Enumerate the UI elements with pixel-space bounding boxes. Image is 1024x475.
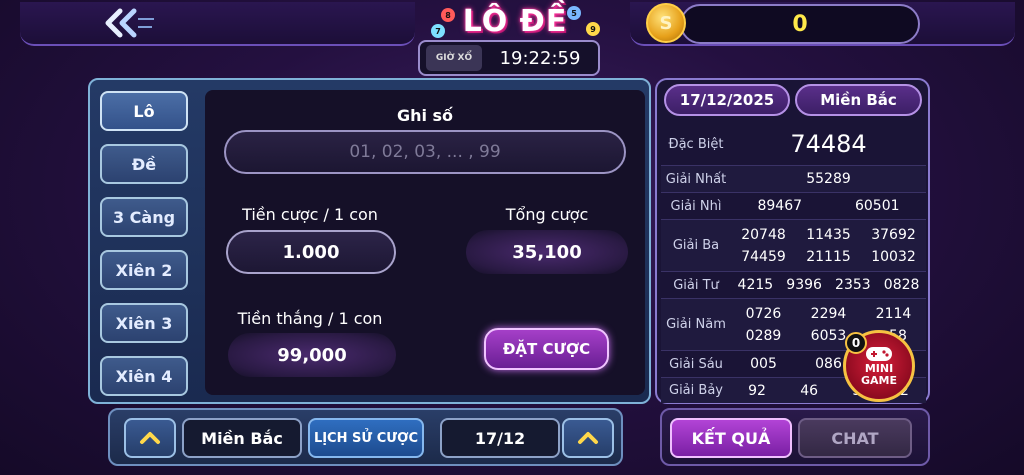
stake-label: Tiền cược / 1 con: [242, 205, 378, 224]
balance-display: 0: [680, 4, 920, 44]
lottery-ball-icon: 9: [586, 22, 600, 36]
coin-icon: S: [646, 3, 686, 43]
prize-number: 0289: [745, 327, 782, 344]
results-region-selector[interactable]: Miền Bắc: [795, 84, 922, 116]
lottery-ball-icon: 8: [441, 8, 455, 22]
stake-input[interactable]: 1.000: [226, 230, 396, 274]
chevron-up-icon: [578, 432, 598, 444]
mini-game-badge: 0: [845, 332, 867, 354]
tab-lo[interactable]: Lô: [100, 91, 188, 131]
prize-number: 10032: [871, 248, 916, 265]
prize-number: 60501: [854, 198, 900, 214]
tab-xien-2[interactable]: Xiên 2: [100, 250, 188, 290]
prize-name: Giải Bảy: [669, 383, 723, 398]
draw-time-label: GIỜ XỔ: [426, 45, 482, 71]
result-row-giai-ba: Giải Ba 20748 11435 37692 74459 21115 10…: [661, 219, 926, 271]
tab-xien-4[interactable]: Xiên 4: [100, 356, 188, 396]
total-bet-label: Tổng cược: [505, 205, 589, 224]
prize-name: Đặc Biệt: [668, 136, 724, 152]
win-value: 99,000: [228, 333, 396, 377]
result-row-giai-tu: Giải Tư 4215 9396 2353 0828: [661, 271, 926, 298]
prize-name: Giải Sáu: [669, 356, 723, 372]
prize-number: 2114: [875, 305, 912, 322]
prize-name: Giải Ba: [672, 238, 720, 253]
numbers-input[interactable]: 01, 02, 03, ... , 99: [224, 130, 626, 174]
date-up-button[interactable]: [562, 418, 614, 458]
region-up-button[interactable]: [124, 418, 176, 458]
prize-number: 89467: [757, 198, 803, 214]
prize-number: 005: [750, 356, 777, 372]
tab-3-cang[interactable]: 3 Càng: [100, 197, 188, 237]
prize-number: 2294: [810, 305, 847, 322]
prize-number: 92: [748, 382, 766, 399]
win-label: Tiền thắng / 1 con: [237, 309, 383, 328]
place-bet-button[interactable]: ĐẶT CƯỢC: [484, 328, 609, 370]
result-row-giai-nhat: Giải Nhất 55289: [661, 165, 926, 192]
bet-history-button[interactable]: LỊCH SỬ CƯỢC: [308, 418, 424, 458]
region-selector[interactable]: Miền Bắc: [182, 418, 302, 458]
prize-number: 9396: [786, 277, 822, 293]
chevron-up-icon: [140, 432, 160, 444]
prize-number: 55289: [806, 171, 851, 187]
results-tab[interactable]: KẾT QUẢ: [670, 418, 792, 458]
lottery-ball-icon: 5: [567, 6, 581, 20]
prize-number: 2353: [835, 277, 871, 293]
prize-number: 74484: [790, 130, 867, 158]
prize-name: Giải Nhất: [665, 171, 727, 187]
date-selector[interactable]: 17/12: [440, 418, 560, 458]
prize-number: 46: [800, 382, 819, 399]
gamepad-icon: [866, 347, 892, 361]
chat-tab[interactable]: CHAT: [798, 418, 912, 458]
double-chevron-left-icon: [105, 8, 154, 38]
prize-number: 4215: [737, 277, 774, 293]
prize-name: Giải Tư: [673, 277, 719, 293]
tab-xien-3[interactable]: Xiên 3: [100, 303, 188, 343]
draw-timer: GIỜ XỔ 19:22:59: [418, 40, 600, 76]
prize-name: Giải Năm: [666, 317, 726, 332]
prize-number: 37692: [871, 226, 916, 243]
lottery-ball-icon: 7: [431, 24, 445, 38]
prize-number: 0726: [745, 305, 782, 322]
draw-time-value: 19:22:59: [499, 47, 581, 69]
tab-de[interactable]: Đề: [100, 144, 188, 184]
back-button[interactable]: [98, 6, 158, 40]
prize-number: 74459: [741, 248, 786, 265]
prize-number: 21115: [806, 248, 851, 265]
top-bar-left: [20, 2, 415, 46]
result-row-dac-biet: Đặc Biệt 74484: [661, 126, 926, 162]
numbers-label: Ghi số: [396, 106, 454, 125]
total-bet-value: 35,100: [466, 230, 628, 274]
mini-game-label-2: GAME: [860, 374, 897, 387]
prize-name: Giải Nhì: [670, 198, 722, 214]
result-row-giai-nhi: Giải Nhì 89467 60501: [661, 192, 926, 219]
prize-number: 11435: [806, 226, 851, 243]
prize-number: 20748: [741, 226, 786, 243]
results-date-selector[interactable]: 17/12/2025: [664, 84, 790, 116]
prize-number: 0828: [883, 277, 920, 293]
